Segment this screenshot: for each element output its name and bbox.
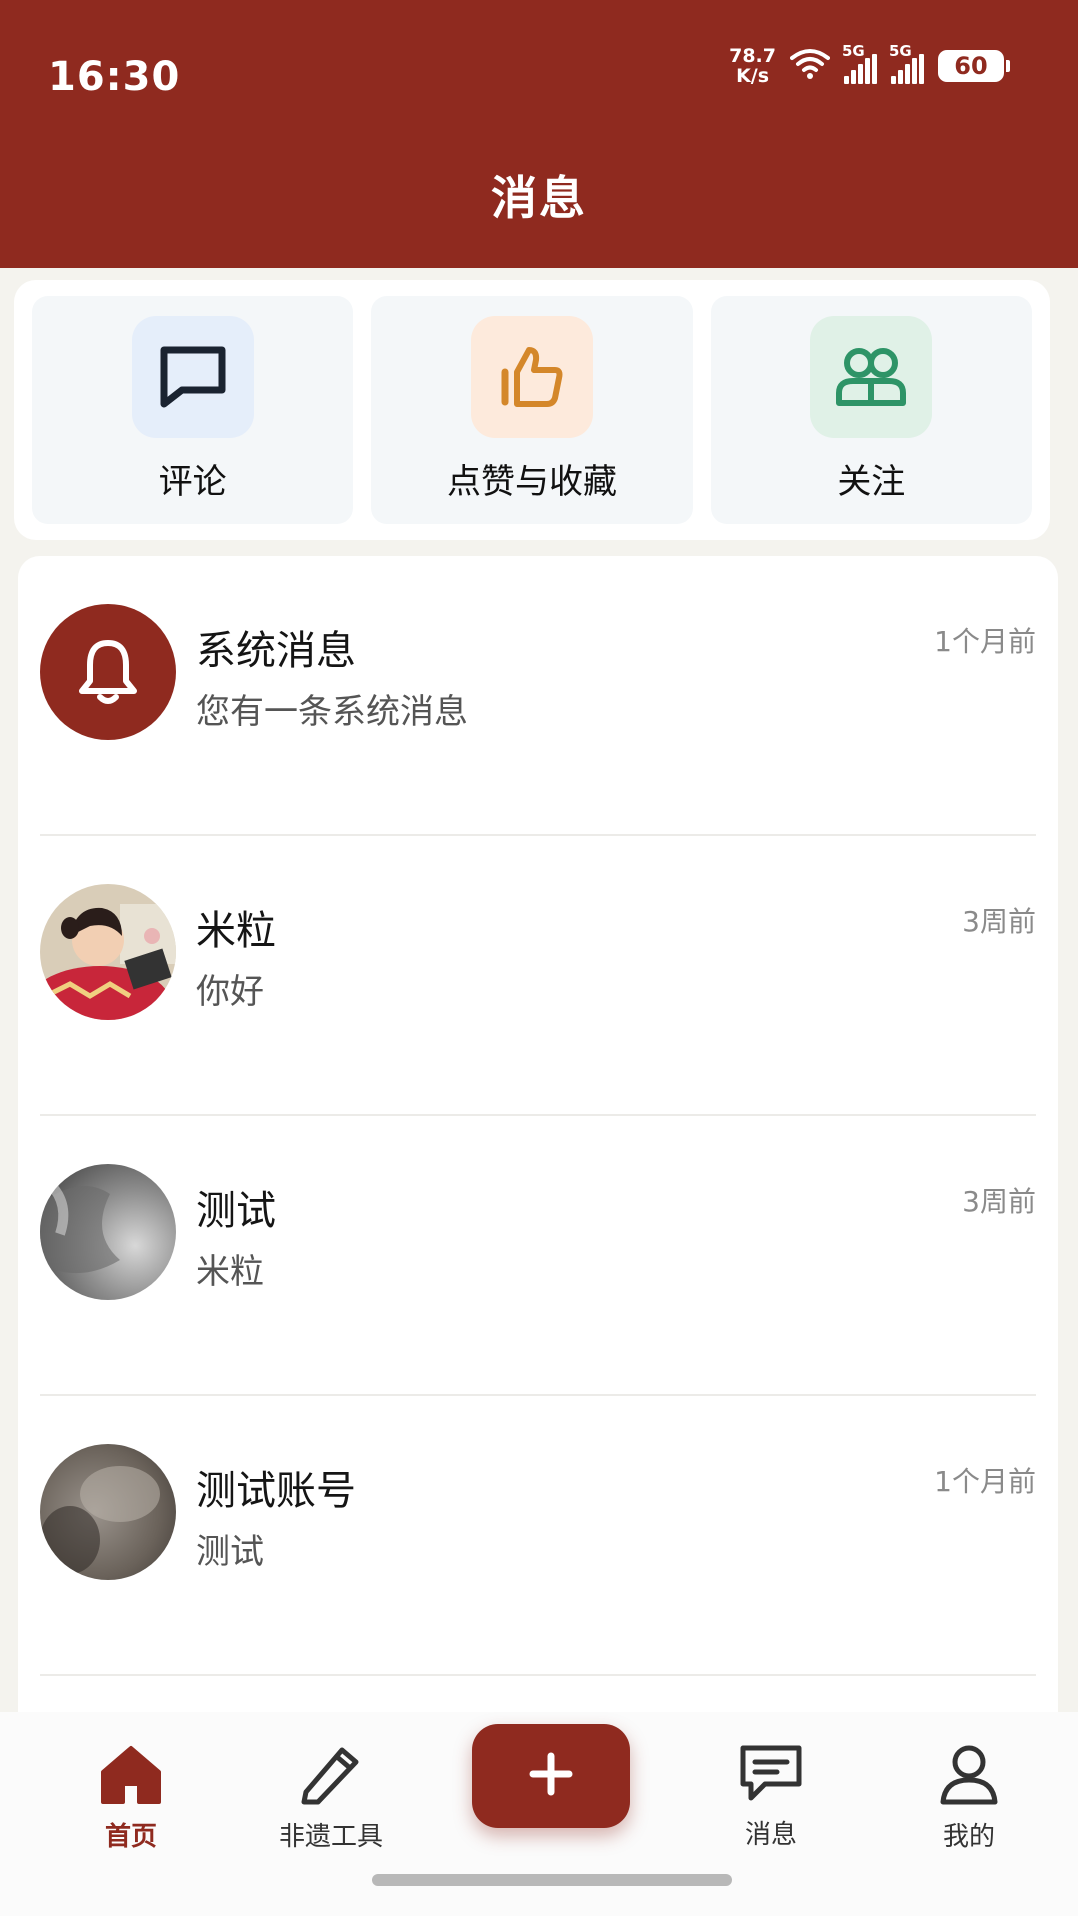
list-item[interactable]: 米粒 你好 3周前: [18, 836, 1058, 1116]
message-preview: 您有一条系统消息: [196, 692, 468, 732]
message-sender: 测试: [196, 1188, 276, 1234]
message-list: 系统消息 您有一条系统消息 1个月前 米粒 你好 3周前 测试 米粒 3周前 测…: [18, 556, 1058, 1756]
message-time: 1个月前: [934, 1465, 1036, 1498]
signal-icon: 5G: [889, 42, 924, 84]
pencil-icon: [296, 1742, 366, 1810]
user-icon: [937, 1742, 1001, 1810]
divider: [40, 1674, 1036, 1676]
home-indicator[interactable]: [372, 1874, 732, 1886]
message-preview: 米粒: [196, 1252, 264, 1292]
quick-action-likes-favorites[interactable]: 点赞与收藏: [371, 296, 693, 524]
message-time: 3周前: [962, 1185, 1036, 1218]
message-icon: [737, 1742, 805, 1808]
signal-icon: 5G: [842, 42, 877, 84]
nav-heritage-tools[interactable]: 非遗工具: [256, 1742, 406, 1853]
header-bar: 16:30 78.7 K/s 5G 5G 60 消息: [0, 0, 1078, 268]
quick-action-comments[interactable]: 评论: [32, 296, 354, 524]
list-item[interactable]: 测试 米粒 3周前: [18, 1116, 1058, 1396]
message-time: 3周前: [962, 905, 1036, 938]
avatar: [40, 1444, 176, 1580]
plus-icon: [527, 1750, 575, 1802]
quick-action-follows[interactable]: 关注: [710, 296, 1032, 524]
status-time: 16:30: [48, 54, 181, 100]
battery-icon: 60: [938, 50, 1010, 82]
bell-icon: [40, 604, 176, 740]
message-time: 1个月前: [934, 625, 1036, 658]
status-icons: 78.7 K/s 5G 5G 60: [729, 42, 1010, 87]
message-sender: 测试账号: [196, 1468, 356, 1514]
message-sender: 米粒: [196, 908, 276, 954]
message-sender: 系统消息: [196, 628, 356, 674]
message-preview: 测试: [196, 1532, 264, 1572]
messages-screen: 16:30 78.7 K/s 5G 5G 60 消息 评论 点赞与收藏 关注 系…: [0, 0, 1078, 1916]
wifi-icon: [790, 48, 830, 84]
list-item[interactable]: 测试账号 测试 1个月前: [18, 1396, 1058, 1676]
page-title: 消息: [491, 171, 587, 225]
thumbs-up-icon: [470, 316, 593, 438]
nav-messages[interactable]: 消息: [696, 1742, 846, 1851]
avatar: [40, 884, 176, 1020]
network-speed: 78.7 K/s: [729, 45, 776, 87]
quick-actions-card: 评论 点赞与收藏 关注: [14, 280, 1050, 540]
message-preview: 你好: [196, 972, 264, 1012]
nav-profile[interactable]: 我的: [894, 1742, 1044, 1853]
users-icon: [810, 316, 933, 438]
nav-home[interactable]: 首页: [56, 1742, 206, 1853]
comment-icon: [131, 316, 254, 438]
avatar: [40, 1164, 176, 1300]
list-item[interactable]: 系统消息 您有一条系统消息 1个月前: [18, 556, 1058, 836]
home-icon: [99, 1742, 163, 1810]
add-button[interactable]: [472, 1724, 630, 1828]
